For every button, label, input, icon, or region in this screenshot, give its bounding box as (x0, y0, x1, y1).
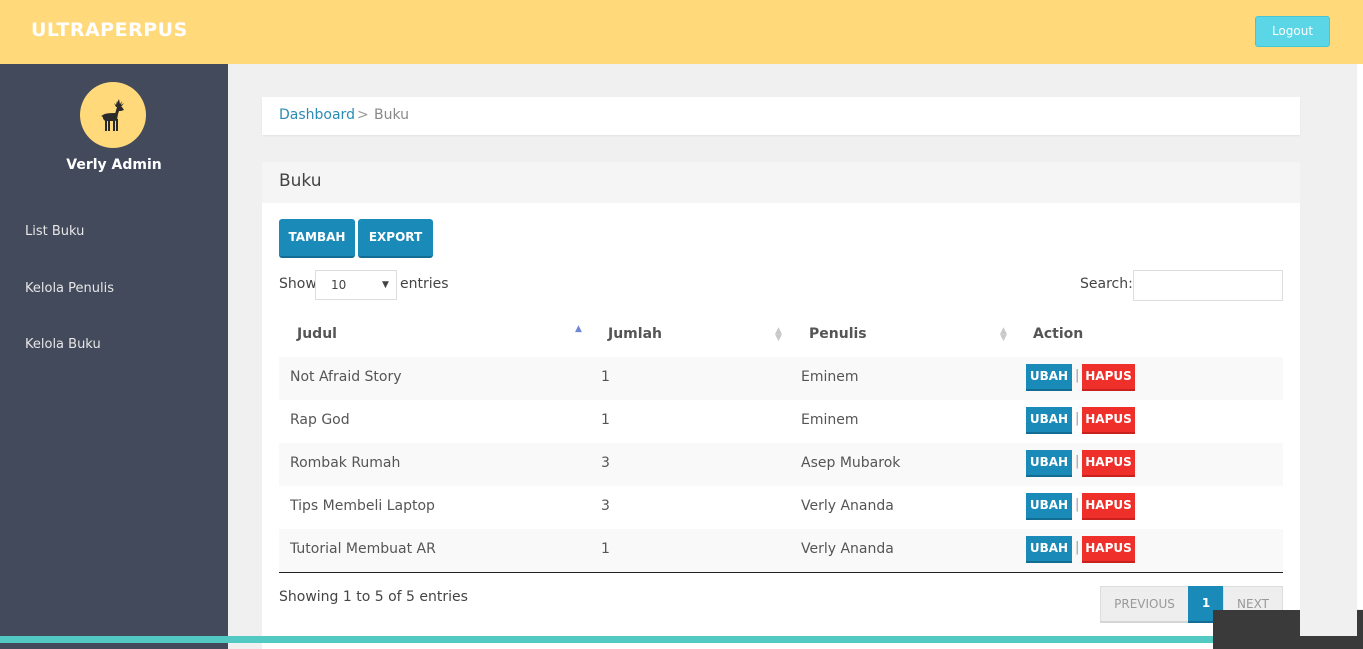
action-separator: | (1075, 497, 1080, 512)
column-header-jumlah[interactable]: Jumlah (608, 326, 662, 342)
search-label: Search: (1080, 276, 1133, 292)
user-name: Verly Admin (66, 157, 162, 173)
export-button[interactable]: EXPORT (358, 219, 433, 258)
previous-page-button[interactable]: PREVIOUS (1100, 586, 1189, 623)
cell-jumlah: 1 (601, 369, 610, 385)
sort-icon[interactable]: ▲ ▼ (775, 327, 782, 343)
horizontal-scrollbar[interactable] (0, 636, 1213, 643)
cell-penulis: Asep Mubarok (801, 455, 901, 471)
table-row: Rap God 1 Eminem UBAH | HAPUS (279, 400, 1283, 443)
avatar (80, 82, 146, 148)
cell-judul: Not Afraid Story (290, 369, 402, 385)
deer-icon (101, 99, 124, 131)
table-row: Tutorial Membuat AR 1 Verly Ananda UBAH … (279, 529, 1283, 572)
table-divider (279, 572, 1283, 573)
delete-button[interactable]: HAPUS (1082, 450, 1135, 477)
entries-select-value: 10 (331, 278, 347, 292)
cell-jumlah: 1 (601, 541, 610, 557)
books-panel: Buku TAMBAH EXPORT Show 10 ▼ entries Sea… (262, 162, 1300, 649)
action-separator: | (1075, 411, 1080, 426)
entries-select[interactable]: 10 ▼ (315, 270, 397, 300)
delete-button[interactable]: HAPUS (1082, 493, 1135, 520)
show-label: Show (279, 276, 317, 292)
cell-judul: Rap God (290, 412, 350, 428)
edit-button[interactable]: UBAH (1026, 536, 1072, 563)
delete-button[interactable]: HAPUS (1082, 407, 1135, 434)
top-bar: ULTRAPERPUS Logout (0, 0, 1363, 64)
sidebar-item-kelola-penulis[interactable]: Kelola Penulis (25, 281, 114, 296)
cell-penulis: Verly Ananda (801, 541, 894, 557)
column-header-judul[interactable]: Judul (297, 326, 337, 342)
panel-title: Buku (279, 171, 322, 191)
panel-header: Buku (262, 162, 1300, 203)
cell-penulis: Verly Ananda (801, 498, 894, 514)
edit-button[interactable]: UBAH (1026, 493, 1072, 520)
table-row: Rombak Rumah 3 Asep Mubarok UBAH | HAPUS (279, 443, 1283, 486)
edit-button[interactable]: UBAH (1026, 407, 1072, 434)
table-row: Not Afraid Story 1 Eminem UBAH | HAPUS (279, 357, 1283, 400)
edit-button[interactable]: UBAH (1026, 450, 1072, 477)
content-background (1300, 610, 1357, 636)
cell-penulis: Eminem (801, 412, 859, 428)
edit-button[interactable]: UBAH (1026, 364, 1072, 391)
breadcrumb-separator: > (357, 107, 369, 123)
cell-penulis: Eminem (801, 369, 859, 385)
scrollbar[interactable] (1357, 64, 1363, 609)
cell-judul: Rombak Rumah (290, 455, 401, 471)
cell-judul: Tutorial Membuat AR (290, 541, 436, 557)
action-separator: | (1075, 368, 1080, 383)
brand-title: ULTRAPERPUS (31, 19, 188, 41)
entries-label: entries (400, 276, 449, 292)
cell-jumlah: 1 (601, 412, 610, 428)
delete-button[interactable]: HAPUS (1082, 536, 1135, 563)
column-header-penulis[interactable]: Penulis (809, 326, 867, 342)
table-info: Showing 1 to 5 of 5 entries (279, 589, 468, 605)
cell-jumlah: 3 (601, 455, 610, 471)
cell-judul: Tips Membeli Laptop (290, 498, 435, 514)
delete-button[interactable]: HAPUS (1082, 364, 1135, 391)
breadcrumb: Dashboard > Buku (262, 97, 1300, 135)
sidebar-item-list-buku[interactable]: List Buku (25, 224, 84, 239)
sidebar-item-kelola-buku[interactable]: Kelola Buku (25, 337, 101, 352)
action-separator: | (1075, 540, 1080, 555)
sort-asc-icon[interactable]: ▲ (575, 325, 582, 334)
breadcrumb-current: Buku (374, 107, 410, 123)
sort-icon[interactable]: ▲ ▼ (1000, 327, 1007, 343)
caret-down-icon: ▼ (382, 280, 389, 290)
cell-jumlah: 3 (601, 498, 610, 514)
logout-button[interactable]: Logout (1255, 16, 1330, 47)
breadcrumb-dashboard-link[interactable]: Dashboard (279, 107, 355, 123)
search-input[interactable] (1133, 270, 1283, 301)
column-header-action: Action (1033, 326, 1084, 342)
table-row: Tips Membeli Laptop 3 Verly Ananda UBAH … (279, 486, 1283, 529)
add-button[interactable]: TAMBAH (279, 219, 355, 258)
action-separator: | (1075, 454, 1080, 469)
sidebar: Verly Admin List Buku Kelola Penulis Kel… (0, 64, 228, 649)
